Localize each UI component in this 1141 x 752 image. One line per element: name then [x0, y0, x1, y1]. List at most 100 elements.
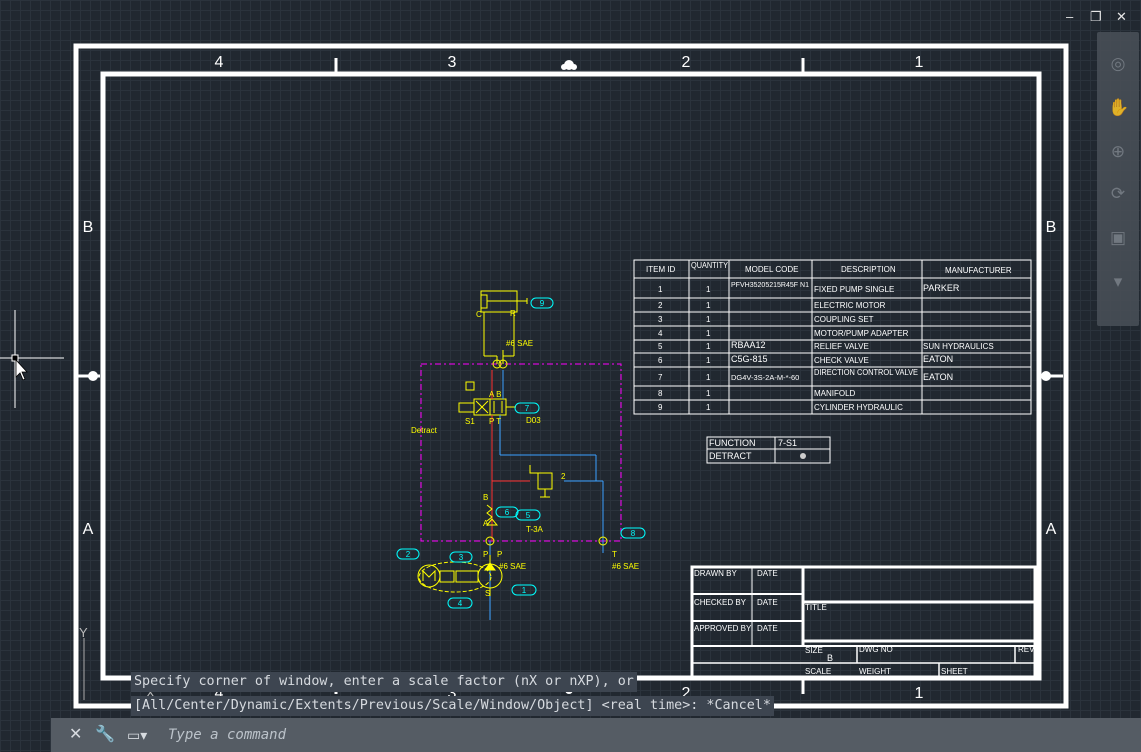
ab-label: A B [489, 390, 501, 399]
function-dot [800, 453, 806, 459]
approved-by-label: APPROVED BY [694, 624, 752, 633]
minimize-icon[interactable]: – [1066, 10, 1073, 24]
balloon-9: 9 [540, 299, 545, 308]
dwg-no-label: DWG NO [859, 645, 893, 654]
bom-cell: 1 [706, 389, 711, 398]
balloon-2: 2 [406, 550, 411, 559]
bom-cell: SUN HYDRAULICS [923, 342, 994, 351]
checked-date-label: DATE [757, 598, 778, 607]
bom-header-quantity: QUANTITY [691, 261, 729, 270]
bom-cell: EATON [923, 372, 953, 382]
size-value: B [827, 653, 833, 663]
bom-cell: 5 [658, 342, 663, 351]
pan-icon[interactable]: ✋ [1108, 98, 1129, 118]
zone-left-b: B [83, 219, 94, 236]
orbit-icon[interactable]: ⟳ [1108, 184, 1128, 204]
bom-cell: 1 [706, 342, 711, 351]
center-marks [88, 60, 1051, 694]
bom-cell: 3 [658, 315, 663, 324]
bom-row-8: 8 1 MANIFOLD [658, 389, 856, 398]
zone-top-4: 4 [215, 54, 224, 71]
bom-cell: 1 [706, 301, 711, 310]
function-header-value: 7-S1 [778, 438, 797, 448]
bom-row-9: 9 1 CYLINDER HYDRAULIC [658, 403, 903, 412]
bom-cell: MANIFOLD [814, 389, 856, 398]
bom-cell: DG4V-3S-2A-M-*-60 [731, 373, 799, 382]
bom-cell: 9 [658, 403, 663, 412]
customize-wrench-icon[interactable]: 🔧 [95, 718, 115, 752]
zone-top-2: 2 [682, 54, 691, 71]
balloon-7: 7 [525, 404, 530, 413]
bom-header-manufacturer: MANUFACTURER [945, 266, 1012, 275]
function-row-label: DETRACT [709, 451, 752, 461]
bom-cell: 1 [658, 285, 663, 294]
bom-cell: 1 [706, 329, 711, 338]
bom-cell: 6 [658, 356, 663, 365]
sae-label-top: #6 SAE [506, 339, 533, 348]
bom-row-2: 2 1 ELECTRIC MOTOR [658, 301, 886, 310]
zoom-icon[interactable]: ⊕ [1108, 142, 1128, 162]
bom-row-3: 3 1 COUPLING SET [658, 315, 874, 324]
command-input[interactable]: Type a command [168, 718, 286, 752]
balloon-5: 5 [526, 511, 531, 520]
bom-cell: DIRECTION CONTROL VALVE [814, 368, 918, 377]
title-block[interactable] [690, 565, 1037, 680]
bom-header-description: DESCRIPTION [841, 265, 896, 274]
zone-right-b: B [1046, 219, 1057, 236]
relief-valve-symbol [529, 465, 553, 498]
bom-cell: 1 [706, 373, 711, 382]
cyl-c-label: C [476, 310, 482, 319]
full-navigation-wheel-icon[interactable]: ◎ [1108, 54, 1128, 74]
bom-cell: 7 [658, 373, 663, 382]
d03-label: D03 [526, 416, 541, 425]
zone-left-a: A [83, 521, 94, 538]
command-history-line-2: [All/Center/Dynamic/Extents/Previous/Sca… [131, 696, 774, 716]
bom-row-7: 7 1 DG4V-3S-2A-M-*-60 DIRECTION CONTROL … [658, 368, 953, 382]
recent-commands-icon[interactable]: ▭▾ [127, 718, 147, 752]
balloon-4: 4 [458, 599, 463, 608]
bom-cell: COUPLING SET [814, 315, 874, 324]
bom-cell: 1 [706, 315, 711, 324]
drawing-svg[interactable]: 4 3 2 1 4 3 2 1 B A B A ITEM ID QUANTITY… [0, 0, 1141, 752]
bom-cell: RBAA12 [731, 340, 766, 350]
balloon-1: 1 [522, 586, 527, 595]
port-b-label: B [483, 493, 488, 502]
bom-cell: CYLINDER HYDRAULIC [814, 403, 903, 412]
bom-header-item-id: ITEM ID [646, 265, 676, 274]
relief-2-label: 2 [561, 472, 566, 481]
close-command-line-icon[interactable]: ✕ [69, 718, 82, 752]
navbar-menu-icon[interactable]: ▾ [1108, 272, 1128, 292]
pointer-arrow-icon [15, 358, 28, 381]
t3a-label: T-3A [526, 525, 544, 534]
bom-cell: EATON [923, 354, 953, 364]
bom-cell: CHECK VALVE [814, 356, 869, 365]
restore-icon[interactable]: ❐ [1090, 10, 1102, 24]
title-label: TITLE [805, 603, 827, 612]
bom-row-4: 4 1 MOTOR/PUMP ADAPTER [658, 329, 909, 338]
zone-bottom-1: 1 [915, 685, 924, 702]
scale-label: SCALE [805, 667, 831, 676]
detract-label: Detract [411, 426, 438, 435]
showmotion-icon[interactable]: ▣ [1108, 228, 1128, 248]
balloon-3: 3 [459, 553, 464, 562]
pt-label: P T [489, 417, 501, 426]
cyl-r-label: R [510, 309, 516, 318]
close-icon[interactable]: ✕ [1116, 10, 1127, 24]
bom-header-model-code: MODEL CODE [745, 265, 799, 274]
drawn-by-label: DRAWN BY [694, 569, 737, 578]
bom-row-1: 1 1 PFVH35205215R45F N1 FIXED PUMP SINGL… [658, 282, 960, 294]
cylinder-symbol [480, 290, 528, 364]
sae-label-tank: #6 SAE [612, 562, 639, 571]
port-a-label: A [483, 519, 489, 528]
navigation-bar[interactable]: ◎ ✋ ⊕ ⟳ ▣ ▾ [1097, 32, 1139, 326]
command-history-line-1: Specify corner of window, enter a scale … [131, 672, 637, 692]
bom-cell: 8 [658, 389, 663, 398]
bom-cell: 4 [658, 329, 663, 338]
crosshair-cursor [0, 310, 64, 408]
s1-label: S1 [465, 417, 475, 426]
bom-cell: 1 [706, 285, 711, 294]
size-label: SIZE [805, 646, 823, 655]
bom-cell: RELIEF VALVE [814, 342, 869, 351]
balloon-8: 8 [631, 529, 636, 538]
port-p-label: P [497, 550, 502, 559]
